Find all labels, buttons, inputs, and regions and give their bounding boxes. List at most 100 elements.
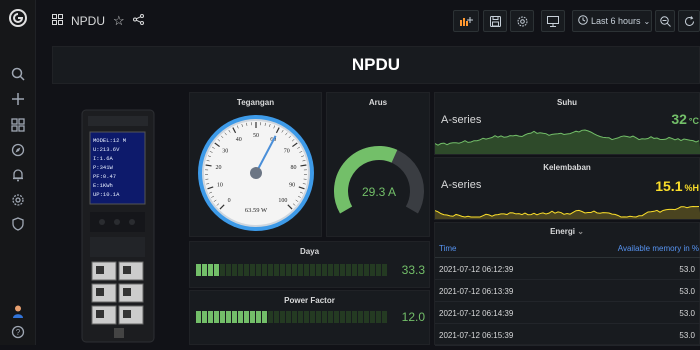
dashboard-settings-button[interactable] — [510, 10, 534, 32]
grafana-logo-icon[interactable] — [8, 8, 28, 28]
column-header-time[interactable]: Time — [439, 244, 456, 253]
avatar[interactable] — [9, 302, 27, 320]
device-screen-line: MODEL:12 M — [93, 137, 126, 144]
plus-icon[interactable] — [9, 90, 27, 108]
save-dashboard-button[interactable] — [483, 10, 507, 32]
bar-gauge-cell — [262, 264, 267, 276]
bar-gauge-cell — [214, 311, 219, 323]
bar-gauge-cell — [268, 311, 273, 323]
gauge-tick-label: 0 — [228, 198, 231, 204]
suhu-series-label: A-series — [441, 114, 481, 126]
bar-gauge-cell — [244, 264, 249, 276]
device-screen-line: E:1KWh — [93, 182, 113, 189]
kelembaban-unit: %H — [684, 183, 699, 193]
share-icon[interactable] — [133, 14, 144, 28]
bar-gauge-cell — [268, 264, 273, 276]
device-screen-line: I:1.6A — [93, 155, 114, 162]
shield-icon[interactable] — [9, 215, 27, 233]
bar-gauge-cell — [208, 264, 213, 276]
bar-gauge-cell — [232, 264, 237, 276]
bar-gauge-cell — [256, 264, 261, 276]
table-cell-memory: 53.0 — [679, 309, 695, 318]
tegangan-dial: 0102030405060708090100 63.59 W — [190, 93, 323, 238]
daya-panel: Daya 33.3 — [189, 241, 430, 288]
gauge-tick-label: 10 — [217, 183, 223, 189]
bar-gauge-cell — [310, 311, 315, 323]
power-factor-bar-gauge — [196, 311, 387, 323]
kelembaban-sparkline — [435, 193, 700, 219]
time-range-picker[interactable]: Last 6 hours ⌄ — [572, 10, 652, 32]
suhu-value: 32 — [671, 111, 687, 127]
kelembaban-series-label: A-series — [441, 179, 481, 191]
energi-title: Energi — [550, 227, 575, 236]
kelembaban-title: Kelembaban — [435, 163, 699, 172]
suhu-panel: Suhu A-series 32°C — [434, 92, 700, 155]
suhu-title: Suhu — [435, 98, 699, 107]
bar-gauge-cell — [214, 264, 219, 276]
gear-icon[interactable] — [9, 191, 27, 209]
device-screen-line: PF:0.47 — [93, 173, 116, 180]
gauge-tick-label: 20 — [215, 165, 221, 171]
device-image: MODEL:12 MU:213.6VI:1.6AP:341WPF:0.47E:1… — [52, 92, 185, 345]
table-cell-time: 2021-07-12 06:15:39 — [439, 331, 513, 340]
bar-gauge-cell — [334, 311, 339, 323]
table-cell-time: 2021-07-12 06:13:39 — [439, 287, 513, 296]
table-header: Time Available memory in % — [435, 240, 700, 258]
chevron-down-icon: ⌄ — [577, 227, 584, 236]
table-row[interactable]: 2021-07-12 06:13:39 53.0 — [435, 280, 700, 302]
dashboard-grid-icon — [52, 14, 63, 28]
help-icon[interactable]: ? — [9, 323, 27, 341]
gauge-tick-label: 100 — [278, 198, 287, 204]
bar-gauge-cell — [244, 311, 249, 323]
table-row[interactable]: 2021-07-12 06:15:3953.0 — [435, 324, 700, 346]
bar-gauge-cell — [364, 264, 369, 276]
device-screen-line: U:213.6V — [93, 146, 120, 153]
arus-panel: Arus 29.3 A — [326, 92, 430, 237]
breadcrumb: NPDU ☆ — [52, 13, 144, 29]
power-factor-panel: Power Factor 12.0 — [189, 290, 430, 345]
table-row[interactable]: 2021-07-12 06:12:3953.0 — [435, 258, 700, 280]
bar-gauge-cell — [274, 264, 279, 276]
arus-gauge-fill — [341, 153, 394, 210]
energi-title-wrap[interactable]: Energi ⌄ — [435, 227, 699, 236]
table-row[interactable]: 2021-07-12 06:14:39 53.0 — [435, 302, 700, 324]
tv-mode-button[interactable] — [541, 10, 565, 32]
bar-gauge-cell — [340, 311, 345, 323]
bar-gauge-cell — [226, 311, 231, 323]
column-header-memory[interactable]: Available memory in % — [618, 244, 699, 253]
gauge-tick-label: 90 — [289, 183, 295, 189]
zoom-out-button[interactable] — [655, 10, 675, 32]
bar-gauge-cell — [346, 311, 351, 323]
bar-gauge-cell — [334, 264, 339, 276]
bar-gauge-cell — [226, 264, 231, 276]
table-cell-memory: 53.0 — [679, 287, 695, 296]
daya-value: 33.3 — [402, 263, 425, 277]
bar-gauge-cell — [304, 264, 309, 276]
bar-gauge-cell — [316, 264, 321, 276]
bar-gauge-cell — [322, 311, 327, 323]
dashboard-name[interactable]: NPDU — [71, 14, 105, 28]
refresh-button[interactable] — [678, 10, 700, 32]
bar-gauge-cell — [340, 264, 345, 276]
search-icon[interactable] — [9, 65, 27, 83]
add-panel-button[interactable] — [453, 10, 479, 32]
bar-gauge-cell — [202, 311, 207, 323]
explore-icon[interactable] — [9, 141, 27, 159]
energi-panel: Energi ⌄ Time Available memory in % 2021… — [434, 222, 700, 345]
bar-gauge-cell — [232, 311, 237, 323]
bar-gauge-cell — [286, 311, 291, 323]
bar-gauge-cell — [352, 264, 357, 276]
bar-gauge-cell — [292, 311, 297, 323]
bar-gauge-cell — [358, 311, 363, 323]
bar-gauge-cell — [370, 311, 375, 323]
alerting-bell-icon[interactable] — [9, 166, 27, 184]
table-cell-time: 2021-07-12 06:14:39 — [439, 309, 513, 318]
star-icon[interactable]: ☆ — [113, 13, 125, 29]
dashboards-icon[interactable] — [9, 116, 27, 134]
suhu-unit: °C — [689, 116, 699, 126]
bar-gauge-cell — [358, 264, 363, 276]
bar-gauge-cell — [376, 264, 381, 276]
bar-gauge-cell — [298, 264, 303, 276]
device-image-panel: MODEL:12 MU:213.6VI:1.6AP:341WPF:0.47E:1… — [52, 92, 185, 345]
top-navbar: NPDU ☆ Last 6 hours ⌄ — [36, 0, 700, 40]
